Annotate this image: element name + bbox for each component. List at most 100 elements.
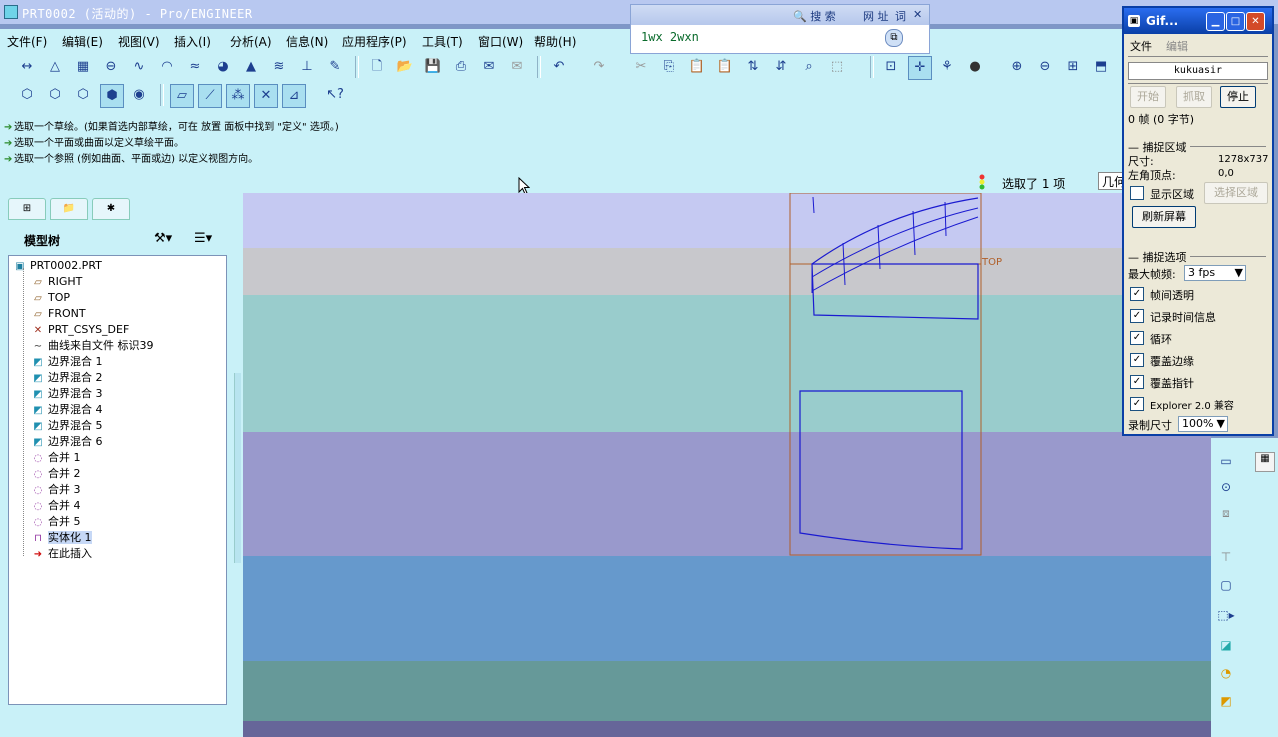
delete-analysis-icon[interactable]: ✎ — [324, 56, 346, 78]
tree-node[interactable]: ◩ 边界混合 5 — [31, 418, 102, 434]
view-wireframe-icon[interactable]: ⬡ — [16, 84, 38, 106]
copy-icon[interactable]: ⎘ — [658, 56, 680, 78]
context-help-icon[interactable]: ↖? — [324, 84, 346, 106]
graphics-window[interactable]: TOP — [243, 193, 1211, 737]
tree-node[interactable]: ◌ 合并 3 — [31, 482, 81, 498]
folder-browser-tab-icon[interactable]: 📁 — [50, 198, 88, 220]
refit-icon[interactable]: ⊞ — [1062, 56, 1084, 78]
start-button[interactable]: 开始 — [1130, 86, 1166, 108]
surface-analysis-icon[interactable]: ◠ — [156, 56, 178, 78]
open-folder-icon[interactable]: 📂 — [394, 56, 416, 78]
tree-settings-icon[interactable]: ⚒▾ — [154, 231, 172, 246]
find-binoculars-icon[interactable]: ⌕ — [798, 56, 820, 78]
menu-applications[interactable]: 应用程序(P) — [342, 33, 407, 50]
curve-tool-icon[interactable]: ⊙ — [1215, 476, 1237, 498]
enhanced-realism-icon[interactable]: ◉ — [128, 84, 150, 106]
tree-node[interactable]: ✕ PRT_CSYS_DEF — [31, 322, 130, 338]
datum-planes-toggle-icon[interactable]: ▱ — [170, 84, 194, 108]
menu-insert[interactable]: 插入(I) — [174, 33, 211, 50]
view-hidden-line-icon[interactable]: ⬡ — [44, 84, 66, 106]
max-fps-select[interactable]: 3 fps ▼ — [1184, 265, 1246, 281]
zoom-in-icon[interactable]: ⊕ — [1006, 56, 1028, 78]
revolve-icon[interactable]: ▢ — [1215, 574, 1237, 596]
curvature-icon[interactable]: ≈ — [184, 56, 206, 78]
shade-analysis-icon[interactable]: ▲ — [240, 56, 262, 78]
tree-node[interactable]: ◌ 合并 1 — [31, 450, 81, 466]
measure-angle-icon[interactable]: △ — [44, 56, 66, 78]
tree-node[interactable]: ◌ 合并 2 — [31, 466, 81, 482]
minimize-icon[interactable]: ▁ — [1206, 12, 1225, 31]
print-icon[interactable]: ⎙ — [450, 56, 472, 78]
model-tree-tab-icon[interactable]: ⊞ — [8, 198, 46, 220]
close-icon[interactable]: ✕ — [909, 8, 926, 22]
paste-special-icon[interactable]: 📋 — [714, 56, 736, 78]
annotation-toggle-icon[interactable]: ⊿ — [282, 84, 306, 108]
tree-node[interactable]: ◩ 边界混合 4 — [31, 402, 102, 418]
gif-menu-file[interactable]: 文件 — [1130, 38, 1152, 54]
favorites-tab-icon[interactable]: ✱ — [92, 198, 130, 220]
search-button[interactable]: 🔍 搜 索 — [789, 8, 840, 23]
repaint-icon[interactable]: ⊡ — [880, 56, 902, 78]
menu-window[interactable]: 窗口(W) — [478, 33, 523, 50]
menu-edit[interactable]: 编辑(E) — [62, 33, 103, 50]
menu-file[interactable]: 文件(F) — [7, 33, 47, 50]
loop-checkbox[interactable]: ✓ — [1130, 331, 1144, 345]
paste-icon[interactable]: 📋 — [686, 56, 708, 78]
tree-node[interactable]: ▱ TOP — [31, 290, 70, 306]
offset-analysis-icon[interactable]: ⊥ — [296, 56, 318, 78]
measure-distance-icon[interactable]: ↔ — [16, 56, 38, 78]
orient-mode-icon[interactable]: ⚘ — [936, 56, 958, 78]
menu-tools[interactable]: 工具(T) — [422, 33, 463, 50]
csys-toggle-icon[interactable]: ✕ — [254, 84, 278, 108]
gif-menu-edit[interactable]: 编辑 — [1166, 38, 1188, 54]
tree-node[interactable]: ◩ 边界混合 3 — [31, 386, 102, 402]
show-area-checkbox[interactable] — [1130, 186, 1144, 200]
new-file-icon[interactable]: 🗋 — [366, 56, 388, 78]
save-icon[interactable]: 💾 — [422, 56, 444, 78]
reorient-icon[interactable]: ⬒ — [1090, 56, 1112, 78]
tree-show-icon[interactable]: ☰▾ — [194, 231, 212, 246]
menu-view[interactable]: 视图(V) — [118, 33, 160, 50]
explorer-compat-checkbox[interactable]: ✓ — [1130, 397, 1144, 411]
cut-icon[interactable]: ✂ — [630, 56, 652, 78]
selection-box-icon[interactable]: ⬚ — [826, 56, 848, 78]
undo-icon[interactable]: ↶ — [548, 56, 570, 78]
curve-analysis-icon[interactable]: ∿ — [128, 56, 150, 78]
tree-node[interactable]: ◩ 边界混合 6 — [31, 434, 102, 450]
menu-analysis[interactable]: 分析(A) — [230, 33, 272, 50]
email-icon[interactable]: ✉ — [478, 56, 500, 78]
datum-tool-icon[interactable]: ⧈ — [1215, 502, 1237, 524]
timeinfo-checkbox[interactable]: ✓ — [1130, 309, 1144, 323]
tree-node[interactable]: ▱ RIGHT — [31, 274, 82, 290]
tree-node[interactable]: ▣ PRT0002.PRT — [13, 258, 102, 274]
extrude-icon[interactable]: ⊤ — [1215, 546, 1237, 568]
search-go-icon[interactable]: ⧉ — [885, 29, 903, 47]
view-shading-icon[interactable]: ⬢ — [100, 84, 124, 108]
chamfer-icon[interactable]: ◩ — [1215, 690, 1237, 712]
sweep-icon[interactable]: ⬚▸ — [1215, 604, 1237, 626]
select-area-button[interactable]: 选择区域 — [1204, 182, 1268, 204]
grid-icon[interactable]: ▦ — [1255, 452, 1275, 472]
mass-properties-icon[interactable]: ⊖ — [100, 56, 122, 78]
tree-node[interactable]: ◌ 合并 5 — [31, 514, 81, 530]
redo-icon[interactable]: ↷ — [588, 56, 610, 78]
tree-node[interactable]: ◌ 合并 4 — [31, 498, 81, 514]
round-icon[interactable]: ◔ — [1215, 662, 1237, 684]
maximize-icon[interactable]: □ — [1226, 12, 1245, 31]
datum-points-toggle-icon[interactable]: ⁂ — [226, 84, 250, 108]
tree-node[interactable]: ▱ FRONT — [31, 306, 85, 322]
tree-node[interactable]: ➜ 在此插入 — [31, 546, 92, 562]
blend-icon[interactable]: ◪ — [1215, 634, 1237, 656]
transparent-checkbox[interactable]: ✓ — [1130, 287, 1144, 301]
capture-button[interactable]: 抓取 — [1176, 86, 1212, 108]
email-link-icon[interactable]: ✉ — [506, 56, 528, 78]
url-button[interactable]: 网 址 — [859, 8, 893, 23]
panel-splitter[interactable] — [234, 373, 241, 563]
spin-center-icon[interactable]: ✛ — [908, 56, 932, 80]
regen-manager-icon[interactable]: ⇵ — [770, 56, 792, 78]
gif-filename-field[interactable]: kukuasir — [1128, 62, 1268, 80]
draft-analysis-icon[interactable]: ◕ — [212, 56, 234, 78]
view-no-hidden-icon[interactable]: ⬡ — [72, 84, 94, 106]
close-icon[interactable]: ✕ — [1246, 12, 1265, 31]
zoom-out-icon[interactable]: ⊖ — [1034, 56, 1056, 78]
